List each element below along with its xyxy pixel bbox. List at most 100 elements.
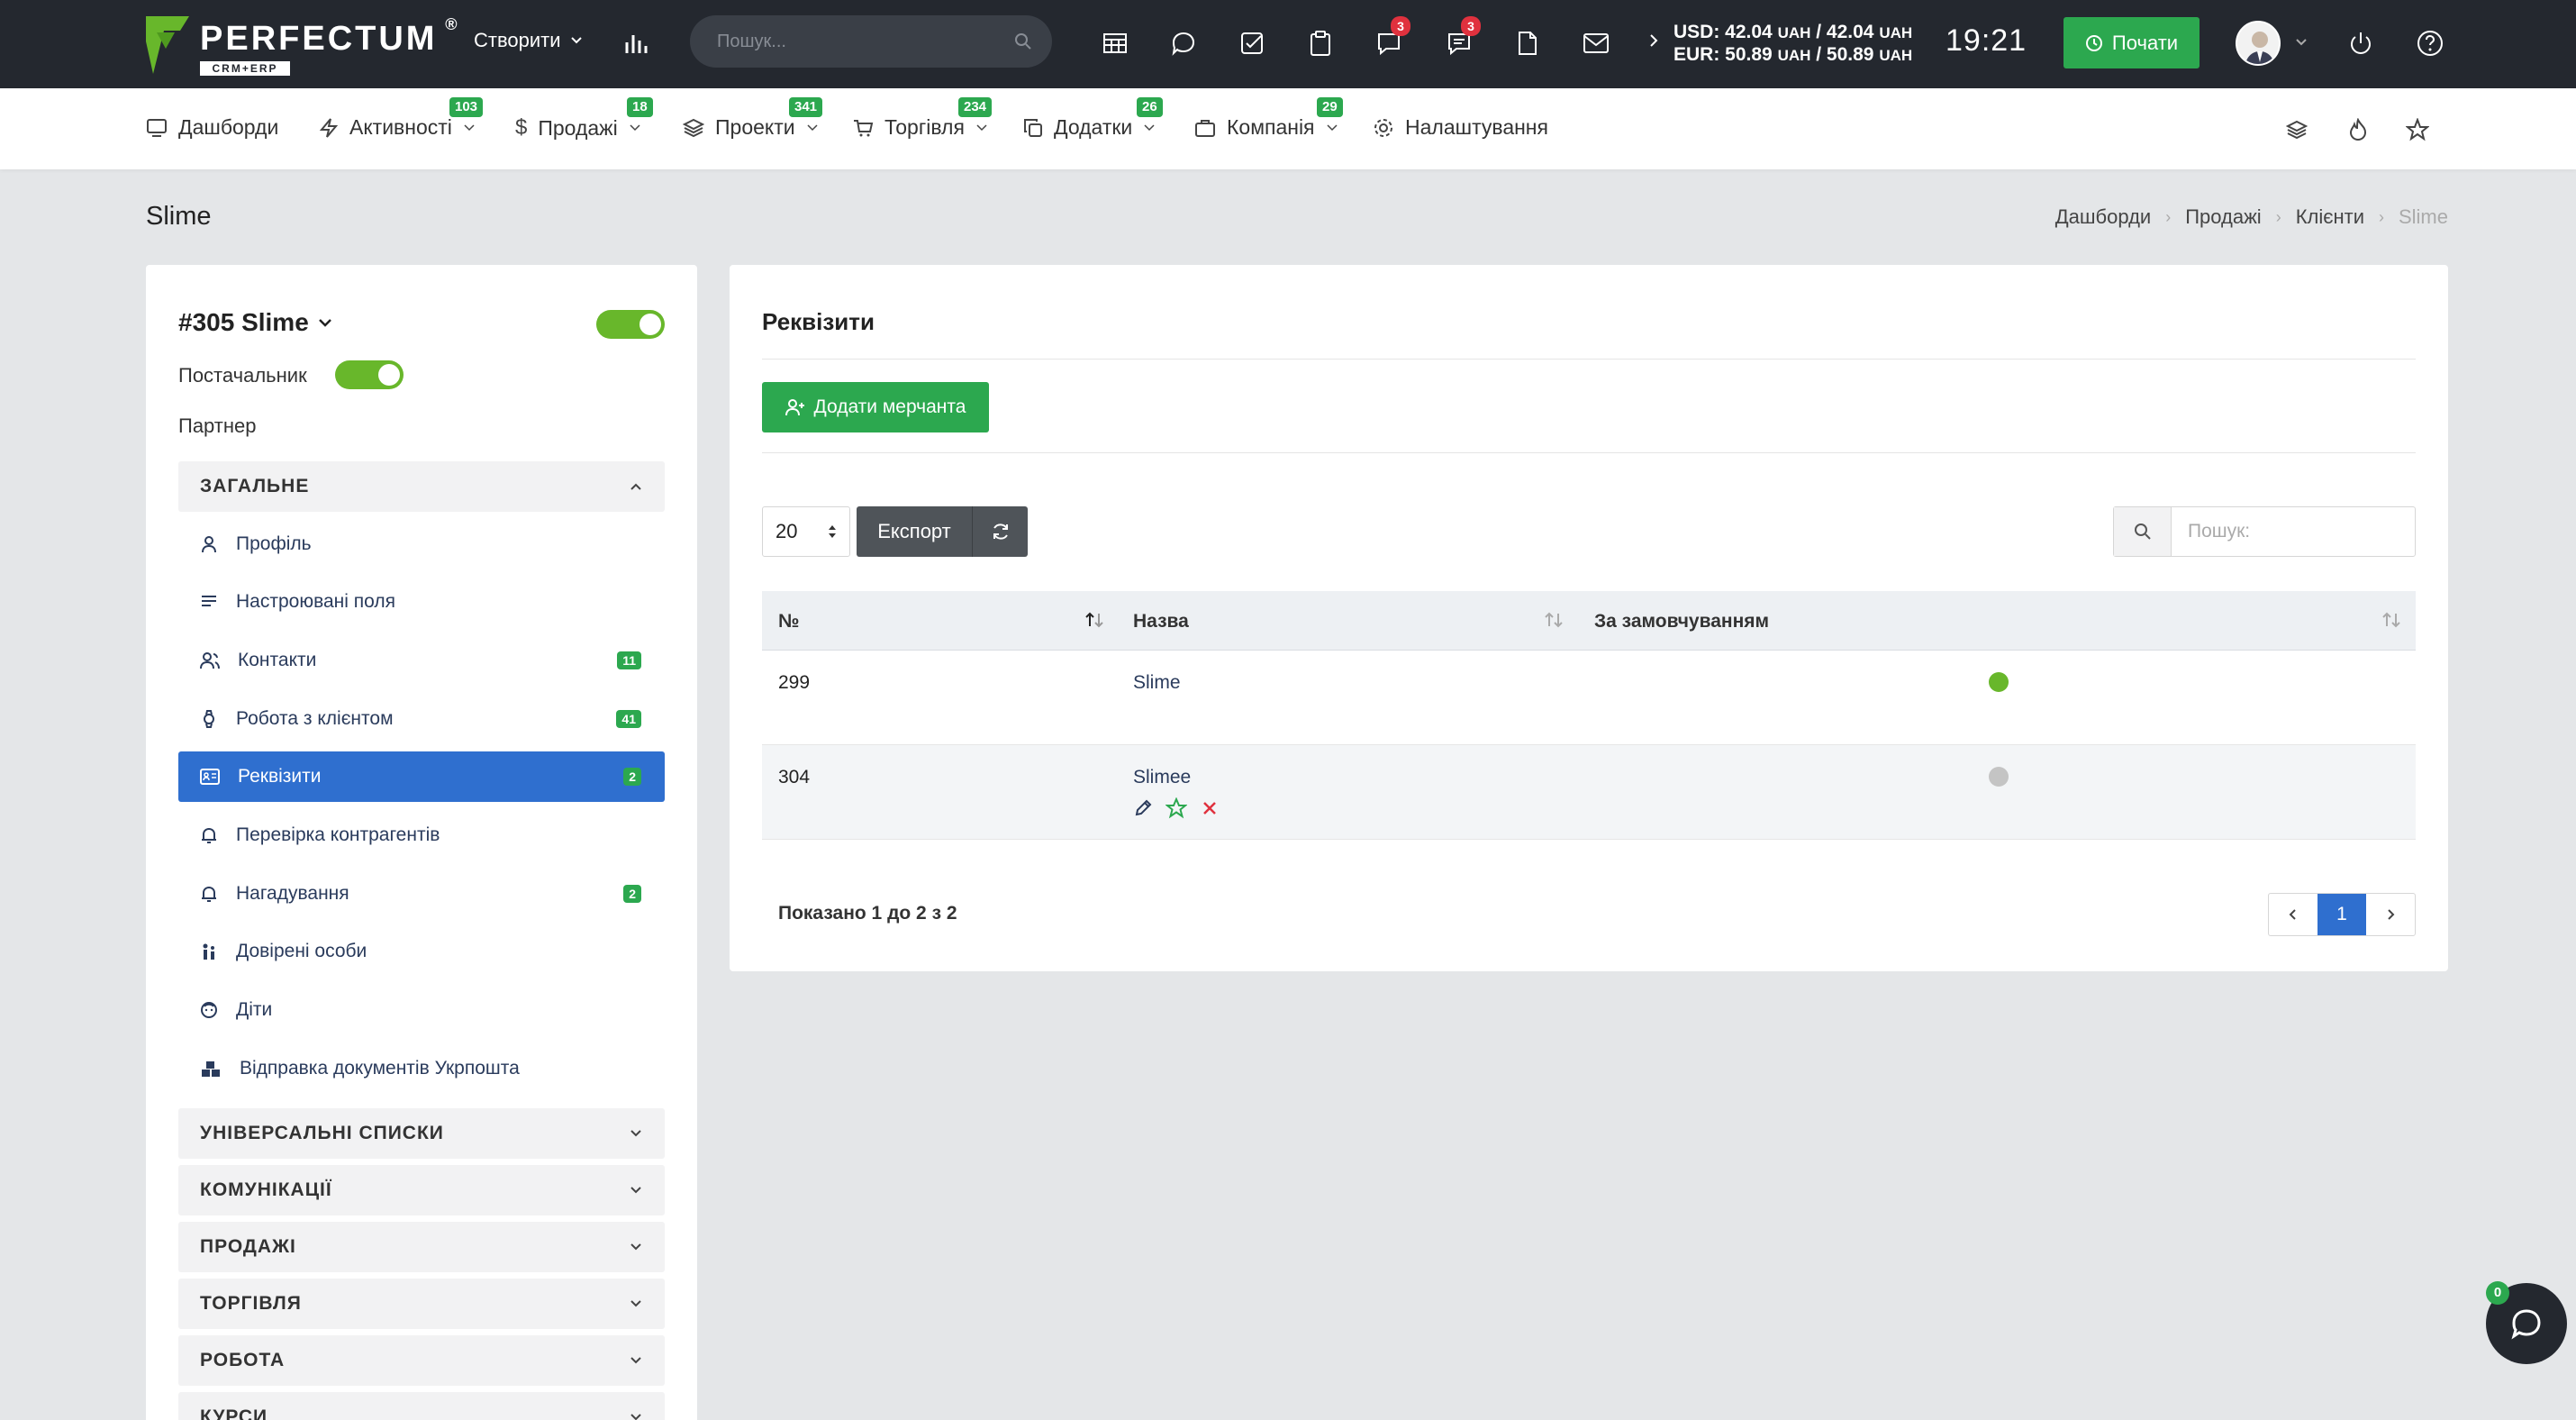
prev-page-button[interactable] <box>2269 894 2317 935</box>
page-size-select[interactable]: 20 <box>762 506 850 557</box>
row-name: Slimee <box>1133 767 1191 788</box>
supplier-toggle[interactable] <box>335 360 404 389</box>
clipboard-button[interactable] <box>1302 25 1338 61</box>
breadcrumb-clients[interactable]: Клієнти <box>2296 205 2364 229</box>
table-search-button[interactable] <box>2114 507 2172 556</box>
nav-sales[interactable]: $ Продажі 18 <box>515 97 653 141</box>
nav-projects[interactable]: Проекти 341 <box>683 97 823 140</box>
menu-requisites[interactable]: Реквізити 2 <box>178 751 665 802</box>
chevron-down-icon <box>1326 123 1338 131</box>
section-work[interactable]: РОБОТА <box>178 1335 665 1386</box>
global-search-input[interactable] <box>717 31 1003 52</box>
layers-button[interactable] <box>2281 114 2313 146</box>
section-sales[interactable]: ПРОДАЖІ <box>178 1222 665 1272</box>
default-indicator-off[interactable] <box>1989 767 2009 787</box>
section-general[interactable]: ЗАГАЛЬНЕ <box>178 461 665 512</box>
chat-button[interactable] <box>1166 25 1202 61</box>
user-photo-icon <box>2245 32 2275 64</box>
section-universal-lists[interactable]: УНІВЕРСАЛЬНІ СПИСКИ <box>178 1108 665 1159</box>
default-indicator-on[interactable] <box>1989 672 2009 692</box>
menu-counterparty-check[interactable]: Перевірка контрагентів <box>178 810 665 860</box>
logo[interactable]: PERFECTUM ® CRM+ERP <box>144 14 458 76</box>
search-icon <box>2134 523 2151 540</box>
row-actions <box>1133 797 1220 819</box>
reports-button[interactable] <box>618 25 654 61</box>
logo-subtitle: CRM+ERP <box>200 61 290 76</box>
row-name-link[interactable]: Slimee <box>1133 767 1191 787</box>
sort-icon[interactable] <box>1544 611 1564 629</box>
create-label: Створити <box>474 29 561 51</box>
section-communications[interactable]: КОМУНІКАЦІЇ <box>178 1165 665 1215</box>
menu-badge: 2 <box>623 768 641 786</box>
export-button[interactable]: Експорт <box>857 506 972 557</box>
nav-dashboards[interactable]: Дашборди <box>146 115 278 140</box>
menu-reminders[interactable]: Нагадування 2 <box>178 869 665 919</box>
menu-badge: 11 <box>617 651 641 669</box>
menu-badge: 2 <box>623 885 641 903</box>
star-icon <box>2406 118 2429 141</box>
nav-addons[interactable]: Додатки 26 <box>1023 97 1163 140</box>
comments-button[interactable]: 3 <box>1441 16 1481 61</box>
add-merchant-button[interactable]: Додати мерчанта <box>762 382 989 432</box>
menu-trusted-persons[interactable]: Довірені особи <box>178 926 665 977</box>
chevron-down-icon[interactable] <box>2295 38 2308 47</box>
documents-button[interactable] <box>1510 25 1546 61</box>
mail-button[interactable] <box>1578 25 1614 61</box>
panel-title: Реквізити <box>762 308 875 335</box>
logo-text: PERFECTUM ® CRM+ERP <box>200 15 458 76</box>
sort-icon[interactable] <box>2381 611 2401 629</box>
row-number: 304 <box>778 767 811 787</box>
bell-icon <box>202 827 216 843</box>
sort-arrows-icon <box>829 525 836 538</box>
refresh-button[interactable] <box>972 506 1028 557</box>
clock: 19:21 <box>1946 23 2027 58</box>
next-page-button[interactable] <box>2366 894 2415 935</box>
global-search[interactable] <box>690 15 1052 68</box>
nav-trade[interactable]: Торгівля 234 <box>852 97 993 140</box>
menu-profile[interactable]: Профіль <box>178 519 665 569</box>
sort-asc-icon[interactable] <box>1084 611 1104 629</box>
menu-custom-fields[interactable]: Настроювані поля <box>178 577 665 627</box>
partner-label: Партнер <box>178 414 257 437</box>
chevron-left-icon <box>2289 909 2296 920</box>
nav-activities[interactable]: Активності 103 <box>319 97 484 140</box>
user-avatar[interactable] <box>2236 21 2281 66</box>
nav-company[interactable]: Компанія 29 <box>1194 97 1343 140</box>
chevron-right-icon <box>2388 909 2395 920</box>
page-button-current[interactable]: 1 <box>2317 894 2366 935</box>
row-name-link[interactable]: Slime <box>1133 672 1181 693</box>
chevron-down-icon <box>630 124 640 132</box>
set-default-button[interactable] <box>1166 797 1187 819</box>
delete-button[interactable] <box>1200 798 1220 818</box>
logout-button[interactable] <box>2343 25 2379 61</box>
tasks-button[interactable] <box>1234 25 1270 61</box>
messages-button[interactable]: 3 <box>1371 16 1410 61</box>
favorites-button[interactable] <box>2401 114 2434 146</box>
create-menu-button[interactable]: Створити <box>474 29 583 52</box>
help-button[interactable] <box>2412 25 2448 61</box>
section-trade[interactable]: ТОРГІВЛЯ <box>178 1279 665 1329</box>
chevron-right-icon[interactable] <box>1648 32 1659 49</box>
menu-contacts[interactable]: Контакти 11 <box>178 635 665 686</box>
pagination: 1 <box>2268 893 2416 936</box>
table-search-input[interactable] <box>2172 507 2415 556</box>
column-name[interactable]: Назва <box>1133 611 1189 633</box>
breadcrumb-sales[interactable]: Продажі <box>2185 205 2261 229</box>
client-name-dropdown[interactable]: #305 Slime <box>178 308 332 337</box>
menu-client-work[interactable]: Робота з клієнтом 41 <box>178 694 665 744</box>
chat-bubble-icon <box>2511 1309 2541 1340</box>
start-timer-button[interactable]: Почати <box>2064 17 2200 68</box>
menu-ukrposhta[interactable]: Відправка документів Укрпошта <box>178 1043 665 1094</box>
breadcrumb-dashboards[interactable]: Дашборди <box>2055 205 2151 229</box>
calendar-button[interactable] <box>1097 25 1133 61</box>
client-active-toggle[interactable] <box>596 310 665 339</box>
section-courses[interactable]: КУРСИ <box>178 1392 665 1420</box>
menu-children[interactable]: Діти <box>178 985 665 1035</box>
child-face-icon <box>201 1002 217 1018</box>
column-number[interactable]: № <box>778 611 799 633</box>
watch-icon <box>204 710 214 728</box>
edit-button[interactable] <box>1133 798 1153 818</box>
nav-settings[interactable]: Налаштування <box>1373 115 1548 140</box>
hot-button[interactable] <box>2342 114 2374 146</box>
column-default[interactable]: За замовчуванням <box>1594 611 1769 633</box>
